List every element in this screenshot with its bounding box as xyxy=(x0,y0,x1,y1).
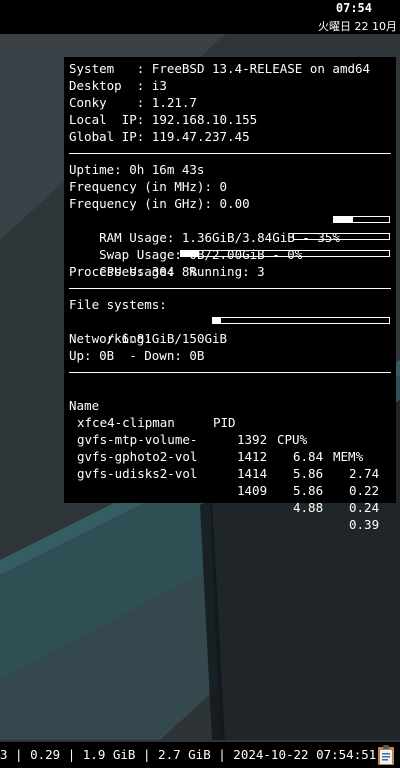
cpu-bar xyxy=(180,250,390,257)
fs-root-bar xyxy=(212,317,390,324)
proc-mem: 0.24 xyxy=(349,500,380,515)
ram-bar xyxy=(333,216,390,223)
conky-label: Conky : xyxy=(69,95,152,110)
top-date: 火曜日 22 10月 xyxy=(318,20,397,33)
proc-mem: 0.39 xyxy=(349,517,380,532)
local-ip-label: Local IP: xyxy=(69,112,152,127)
system-label: System : xyxy=(69,61,152,76)
desktop-label: Desktop : xyxy=(69,78,152,93)
top-clock: 07:54 xyxy=(335,1,372,15)
proc-cpu: 5.86 xyxy=(293,483,324,498)
divider xyxy=(69,288,391,289)
proc-header-row: Name PID CPU% MEM% xyxy=(69,380,391,464)
table-row: gvfs-mtp-volume- 1412 5.86 0.22 xyxy=(69,414,391,498)
freq-mhz-row: Frequency (in MHz): 0 xyxy=(69,179,228,194)
local-ip-row: Local IP: 192.168.10.155 xyxy=(69,111,391,128)
status-text: 3 | 0.29 | 1.9 GiB | 2.7 GiB | 2024-10-2… xyxy=(0,747,377,762)
system-value: FreeBSD 13.4-RELEASE on amd64 xyxy=(151,61,371,76)
status-bar: 3 | 0.29 | 1.9 GiB | 2.7 GiB | 2024-10-2… xyxy=(0,742,400,768)
ram-row: RAM Usage: 1.36GiB/3.84GiB - 35% xyxy=(69,212,391,245)
proc-mem: 0.22 xyxy=(349,483,380,498)
proc-name: gvfs-udisks2-vol xyxy=(77,466,198,481)
proc-pid: 1414 xyxy=(237,466,268,481)
proc-cpu: 5.86 xyxy=(293,466,324,481)
clipboard-icon[interactable] xyxy=(375,744,397,766)
table-row: gvfs-udisks2-vol 1409 4.88 0.39 xyxy=(69,448,391,532)
net-updown: Up: 0B - Down: 0B xyxy=(69,348,205,363)
processes-row: Processes: 304 Running: 3 xyxy=(69,264,265,279)
global-ip-value: 119.47.237.45 xyxy=(151,129,250,144)
table-row: gvfs-gphoto2-vol 1414 5.86 0.24 xyxy=(69,431,391,515)
global-ip-label: Global IP: xyxy=(69,129,152,144)
proc-pid: 1409 xyxy=(237,483,268,498)
top-bar: 07:54 火曜日 22 10月 xyxy=(0,0,400,34)
divider xyxy=(69,153,391,154)
proc-cpu: 4.88 xyxy=(293,500,324,515)
cpu-row: CPU Usage: 8% xyxy=(69,246,391,279)
desktop-row: Desktop : i3 xyxy=(69,77,391,94)
freq-ghz-row: Frequency (in GHz): 0.00 xyxy=(69,196,250,211)
system-row: System : FreeBSD 13.4-RELEASE on amd64 xyxy=(69,60,391,77)
proc-mem: 2.74 xyxy=(349,466,380,481)
uptime-row: Uptime: 0h 16m 43s xyxy=(69,162,205,177)
swap-bar xyxy=(293,233,390,240)
global-ip-row: Global IP: 119.47.237.45 xyxy=(69,128,391,145)
swap-row: Swap Usage: 0B/2.00GiB - 0% xyxy=(69,229,391,262)
conky-panel: System : FreeBSD 13.4-RELEASE on amd64 D… xyxy=(64,57,396,532)
divider xyxy=(69,372,391,373)
conky-value: 1.21.7 xyxy=(151,95,197,110)
local-ip-value: 192.168.10.155 xyxy=(151,112,258,127)
net-header: Networking: xyxy=(69,331,152,346)
fs-root-row: / 6.81GiB/150GiB xyxy=(69,313,391,346)
fs-header: File systems: xyxy=(69,297,167,312)
table-row: xfce4-clipman 1392 6.84 2.74 xyxy=(69,397,391,481)
conky-row: Conky : 1.21.7 xyxy=(69,94,391,111)
desktop-value: i3 xyxy=(151,78,167,93)
